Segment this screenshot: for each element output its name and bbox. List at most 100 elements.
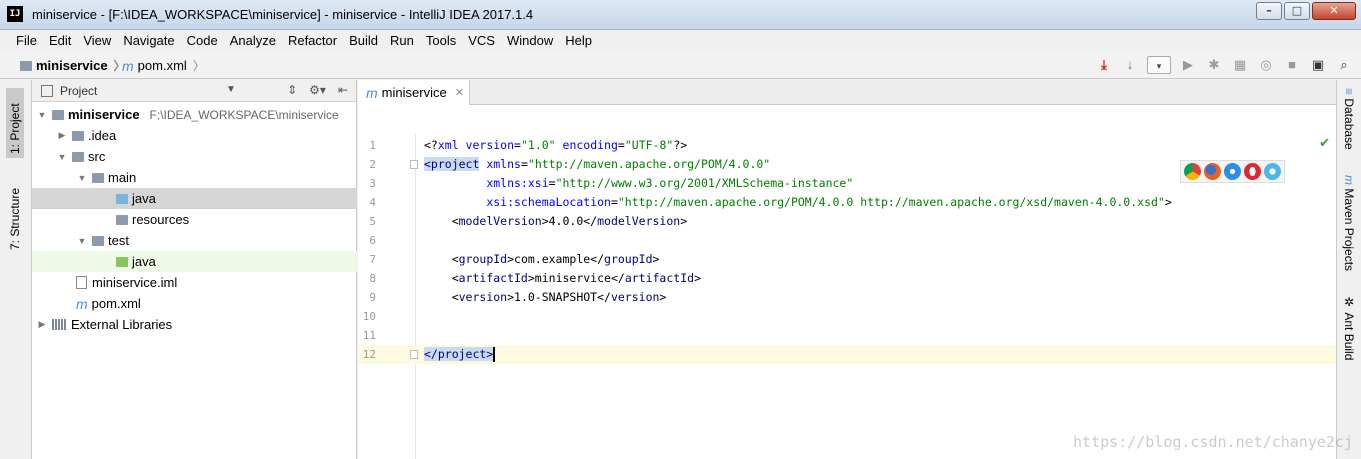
tab-project[interactable]: 1: Project [6,88,24,158]
coverage-icon[interactable]: ▦ [1231,56,1249,74]
stop-icon[interactable]: ■ [1283,56,1301,74]
code-text: <groupId>com.example</groupId> [424,252,660,266]
tree-item-resources[interactable]: resources [32,209,357,230]
run-configuration-icon[interactable]: ↓ [1121,56,1139,74]
menu-build[interactable]: Build [343,30,384,51]
chevron-right-icon[interactable]: ▶ [36,319,48,330]
tree-item-idea[interactable]: ▶ .idea [32,125,357,146]
menu-tools[interactable]: Tools [420,30,462,51]
tab-maven-projects[interactable]: m Maven Projects [1342,175,1356,271]
gear-icon[interactable]: ⚙▾ [309,83,326,97]
code-line[interactable]: 4 xsi:schemaLocation="http://maven.apach… [358,193,1336,212]
line-number: 11 [362,329,376,342]
chevron-down-icon[interactable]: ▼ [226,84,236,95]
code-line[interactable]: 5 <modelVersion>4.0.0</modelVersion> [358,212,1336,231]
hide-icon[interactable]: ⇤ [338,83,348,97]
tree-item-main[interactable]: ▼ main [32,167,357,188]
tab-structure[interactable]: 7: Structure [8,175,22,250]
project-panel: Project ▼ ⇕ ⚙▾ ⇤ ▼ miniservice F:\IDEA_W… [32,80,357,459]
fold-marker-icon[interactable] [410,350,418,359]
menu-refactor[interactable]: Refactor [282,30,343,51]
toolbar: ⤓ ↓ ▾ ▶ ✱ ▦ ◎ ■ ▣ ⌕ [1095,56,1353,74]
breadcrumb-project-label: miniservice [36,58,108,73]
maven-file-icon: m [366,84,378,101]
code-line[interactable]: 11 [358,326,1336,345]
project-view-label[interactable]: Project [60,84,97,98]
chevron-down-icon[interactable]: ▼ [76,173,88,183]
code-line[interactable]: 12 </project> [358,345,1336,364]
profile-icon[interactable]: ◎ [1257,56,1275,74]
maximize-button[interactable]: □ [1284,2,1310,20]
tree-item-test-java[interactable]: java [32,251,357,272]
code-area[interactable]: 1 <?xml version="1.0" encoding="UTF-8"?> 2… [358,134,1336,459]
tab-database[interactable]: ≡ Database [1342,88,1356,150]
collapse-all-icon[interactable]: ⇕ [287,83,297,97]
ant-icon: ✲ [1342,295,1356,313]
menu-run[interactable]: Run [384,30,420,51]
fold-marker-icon[interactable] [410,160,418,169]
line-number: 12 [362,348,376,361]
editor: m miniservice ✕ 1 <?xml version="1.0" enc… [358,80,1336,459]
code-text: xmlns:xsi="http://www.w3.org/2001/XMLSch… [486,176,854,190]
intellij-icon: IJ [7,6,23,22]
menu-file[interactable]: File [10,30,43,51]
folder-icon [92,172,104,183]
tree-item-test[interactable]: ▼ test [32,230,357,251]
breadcrumb-file[interactable]: m pom.xml 〉 [122,57,205,74]
run-configuration-dropdown[interactable]: ▾ [1147,56,1171,74]
chevron-down-icon[interactable]: ▼ [56,152,68,162]
code-line[interactable]: 7 <groupId>com.example</groupId> [358,250,1336,269]
run-icon[interactable]: ▶ [1179,56,1197,74]
firefox-icon[interactable] [1204,163,1221,180]
make-project-icon[interactable]: ⤓ [1095,56,1113,74]
tree-item-iml[interactable]: miniservice.iml [32,272,357,293]
minimize-button[interactable]: – [1256,2,1282,20]
menu-vcs[interactable]: VCS [462,30,501,51]
module-folder-icon [52,109,64,120]
menu-navigate[interactable]: Navigate [117,30,180,51]
close-icon[interactable]: ✕ [455,86,464,99]
tree-item-pom[interactable]: m pom.xml [32,293,357,314]
code-text: <?xml version="1.0" encoding="UTF-8"?> [424,138,688,152]
tree-item-external-libraries[interactable]: ▶ External Libraries [32,314,357,335]
tab-ant-build[interactable]: ✲ Ant Build [1342,295,1356,360]
folder-icon [72,151,84,162]
editor-tab-pom[interactable]: m miniservice ✕ [358,80,470,105]
chevron-down-icon[interactable]: ▼ [76,236,88,246]
chrome-icon[interactable] [1184,163,1201,180]
opera-icon[interactable] [1244,163,1261,180]
chevron-down-icon[interactable]: ▼ [36,110,48,120]
safari-icon[interactable] [1224,163,1241,180]
chevron-right-icon[interactable]: ▶ [56,130,68,141]
menu-edit[interactable]: Edit [43,30,77,51]
menu-code[interactable]: Code [181,30,224,51]
test-folder-icon [116,256,128,267]
menu-analyze[interactable]: Analyze [224,30,282,51]
code-line[interactable]: 6 [358,231,1336,250]
editor-tab-bar: m miniservice ✕ [358,80,1336,105]
ie-icon[interactable] [1264,163,1281,180]
project-structure-icon[interactable]: ▣ [1309,56,1327,74]
tree-item-label: pom.xml [91,296,141,311]
code-line[interactable]: 8 <artifactId>miniservice</artifactId> [358,269,1336,288]
menu-help[interactable]: Help [559,30,598,51]
debug-icon[interactable]: ✱ [1205,56,1223,74]
tree-item-label: resources [132,212,190,227]
code-line[interactable]: 1 <?xml version="1.0" encoding="UTF-8"?> [358,136,1336,155]
code-line[interactable]: 9 <version>1.0-SNAPSHOT</version> [358,288,1336,307]
line-number: 10 [362,310,376,323]
tree-item-src[interactable]: ▼ src [32,146,357,167]
tree-item-miniservice[interactable]: ▼ miniservice F:\IDEA_WORKSPACE\miniserv… [32,104,357,125]
code-text: <artifactId>miniservice</artifactId> [424,271,701,285]
menu-view[interactable]: View [77,30,117,51]
close-button[interactable]: ✕ [1312,2,1356,20]
code-text: <version>1.0-SNAPSHOT</version> [424,290,667,304]
code-line[interactable]: 10 [358,307,1336,326]
tree-item-main-java[interactable]: java [32,188,357,209]
open-in-browser-bar [1180,160,1285,183]
search-icon[interactable]: ⌕ [1335,56,1353,74]
menu-window[interactable]: Window [501,30,559,51]
project-view-icon [41,85,53,97]
breadcrumb-project[interactable]: miniservice 〉 [20,57,126,74]
breadcrumb-file-label: pom.xml [137,58,187,73]
